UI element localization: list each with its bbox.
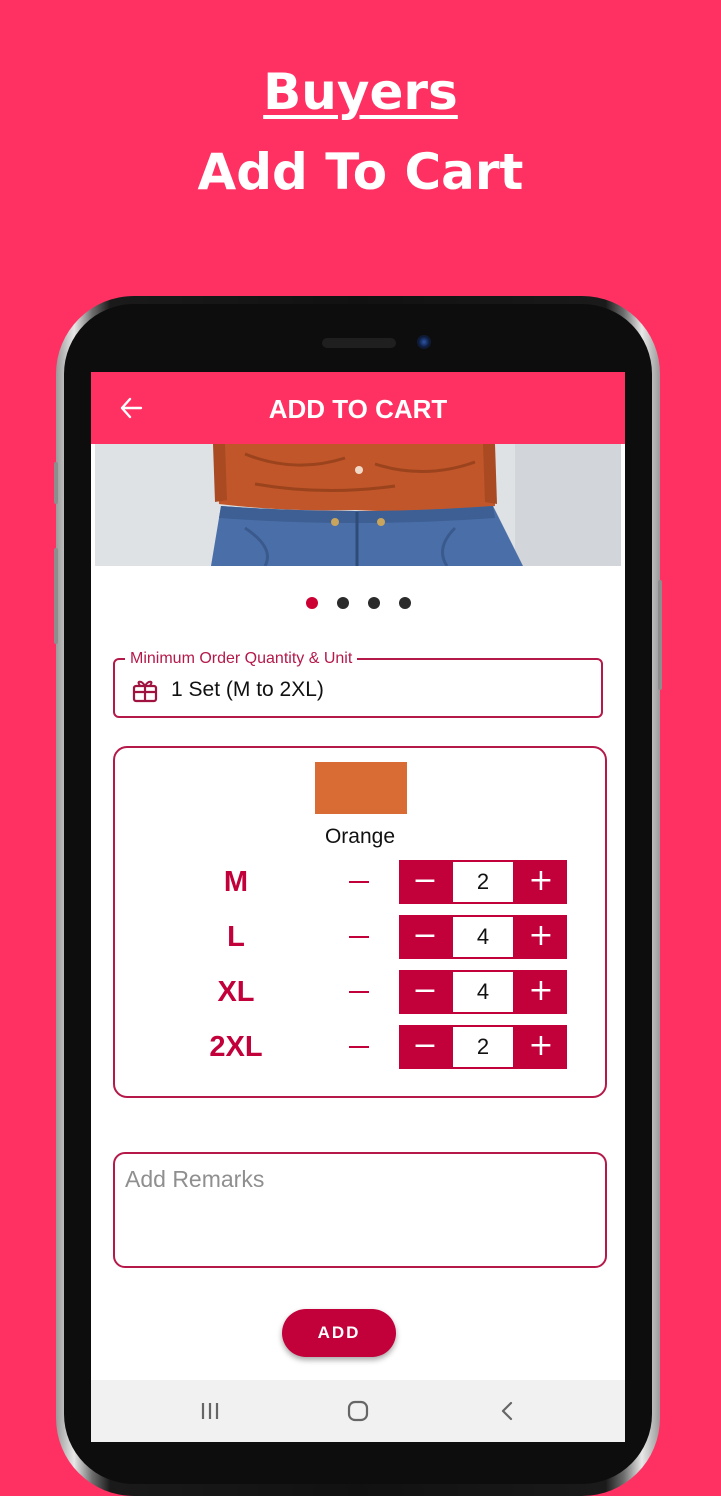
size-label: XL xyxy=(217,976,255,1008)
quantity-value[interactable]: 2 xyxy=(451,1025,515,1069)
remarks-input[interactable] xyxy=(113,1152,607,1268)
size-row-2xl: 2XL − 2 + xyxy=(115,1025,605,1069)
carousel-dot-2[interactable] xyxy=(337,597,349,609)
app-bar: ADD TO CART xyxy=(91,372,625,444)
front-camera xyxy=(417,335,431,349)
size-label: 2XL xyxy=(209,1031,263,1063)
app-screen: ADD TO CART Minimum Order Quantity & Uni… xyxy=(91,372,625,1442)
increment-button[interactable]: + xyxy=(515,1025,567,1069)
carousel-dot-1[interactable] xyxy=(306,597,318,609)
quantity-stepper: − 4 + xyxy=(399,915,567,959)
size-row-xl: XL − 4 + xyxy=(115,970,605,1014)
back-icon[interactable] xyxy=(494,1397,522,1425)
min-order-field: Minimum Order Quantity & Unit 1 Set (M t… xyxy=(113,649,603,718)
promo-line-add-to-cart: Add To Cart xyxy=(197,143,524,201)
min-order-label: Minimum Order Quantity & Unit xyxy=(125,649,358,669)
color-name: Orange xyxy=(324,825,396,848)
size-separator xyxy=(349,991,369,993)
page-title: ADD TO CART xyxy=(268,394,448,424)
decrement-button[interactable]: − xyxy=(399,860,451,904)
add-button[interactable]: ADD xyxy=(282,1309,396,1357)
size-separator xyxy=(349,1046,369,1048)
size-label: M xyxy=(223,866,249,898)
quantity-stepper: − 2 + xyxy=(399,860,567,904)
carousel-dot-4[interactable] xyxy=(399,597,411,609)
decrement-button[interactable]: − xyxy=(399,970,451,1014)
quantity-value[interactable]: 4 xyxy=(451,970,515,1014)
phone-speaker xyxy=(322,338,396,348)
increment-button[interactable]: + xyxy=(515,970,567,1014)
product-image[interactable] xyxy=(95,444,621,566)
phone-side-button-right xyxy=(658,580,662,690)
promo-line-buyers: Buyers xyxy=(263,63,458,121)
decrement-button[interactable]: − xyxy=(399,1025,451,1069)
size-row-l: L − 4 + xyxy=(115,915,605,959)
quantity-stepper: − 2 + xyxy=(399,1025,567,1069)
decrement-button[interactable]: − xyxy=(399,915,451,959)
phone-side-button-left-bottom xyxy=(54,548,58,644)
recents-icon[interactable] xyxy=(196,1397,224,1425)
size-separator xyxy=(349,881,369,883)
increment-button[interactable]: + xyxy=(515,915,567,959)
quantity-value[interactable]: 4 xyxy=(451,915,515,959)
size-row-m: M − 2 + xyxy=(115,860,605,904)
quantity-value[interactable]: 2 xyxy=(451,860,515,904)
min-order-value: 1 Set (M to 2XL) xyxy=(171,678,324,701)
system-nav-bar xyxy=(91,1380,625,1442)
variant-card: Orange M − 2 + L − 4 + XL − 4 + 2XL − 2 … xyxy=(113,746,607,1098)
promo-heading: Buyers Add To Cart xyxy=(0,62,721,202)
size-label: L xyxy=(227,921,245,953)
increment-button[interactable]: + xyxy=(515,860,567,904)
phone-side-button-left-top xyxy=(54,462,58,504)
product-photo-shirt-jeans xyxy=(95,444,621,566)
size-separator xyxy=(349,936,369,938)
carousel-dots xyxy=(91,596,625,610)
gift-icon xyxy=(132,680,158,703)
quantity-stepper: − 4 + xyxy=(399,970,567,1014)
color-swatch[interactable] xyxy=(315,762,407,814)
carousel-dot-3[interactable] xyxy=(368,597,380,609)
home-icon[interactable] xyxy=(344,1397,372,1425)
